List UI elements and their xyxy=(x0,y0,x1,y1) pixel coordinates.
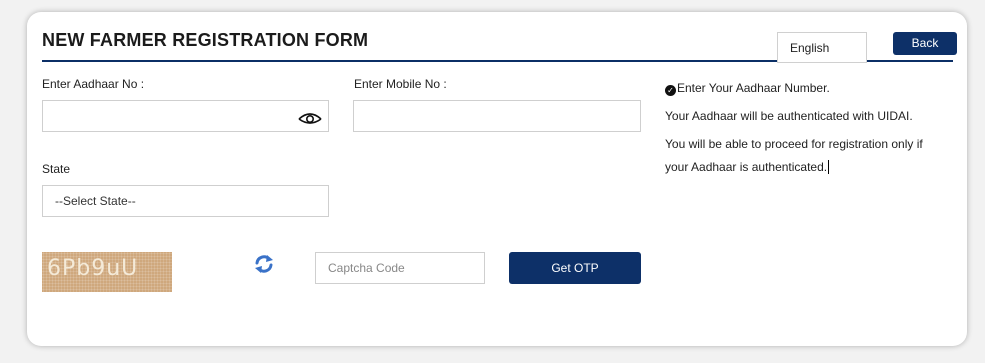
mobile-label: Enter Mobile No : xyxy=(354,77,447,91)
form-title: NEW FARMER REGISTRATION FORM xyxy=(42,30,369,50)
state-label: State xyxy=(42,162,71,176)
info-line-4-text: your Aadhaar is authenticated. xyxy=(665,160,828,174)
aadhaar-label: Enter Aadhaar No : xyxy=(42,77,145,91)
captcha-text: 6Pb9uU xyxy=(47,256,139,281)
info-line-1: ✓ Enter Your Aadhaar Number. xyxy=(665,81,830,96)
info-line-3: You will be able to proceed for registra… xyxy=(665,137,923,151)
text-cursor xyxy=(828,160,830,174)
captcha-input[interactable]: Captcha Code xyxy=(315,252,485,284)
get-otp-button[interactable]: Get OTP xyxy=(509,252,641,284)
state-select[interactable]: --Select State-- xyxy=(42,185,329,217)
info-line-1-text: Enter Your Aadhaar Number. xyxy=(677,81,830,95)
info-line-4: your Aadhaar is authenticated. xyxy=(665,160,830,174)
back-button[interactable]: Back xyxy=(893,32,957,55)
captcha-image: 6Pb9uU xyxy=(42,252,172,292)
check-circle-icon: ✓ xyxy=(665,85,676,96)
language-select[interactable]: English xyxy=(777,32,867,63)
refresh-icon[interactable] xyxy=(253,253,275,275)
aadhaar-input[interactable] xyxy=(42,100,329,132)
info-line-2: Your Aadhaar will be authenticated with … xyxy=(665,109,913,123)
mobile-input[interactable] xyxy=(353,100,641,132)
eye-icon[interactable] xyxy=(298,110,322,124)
